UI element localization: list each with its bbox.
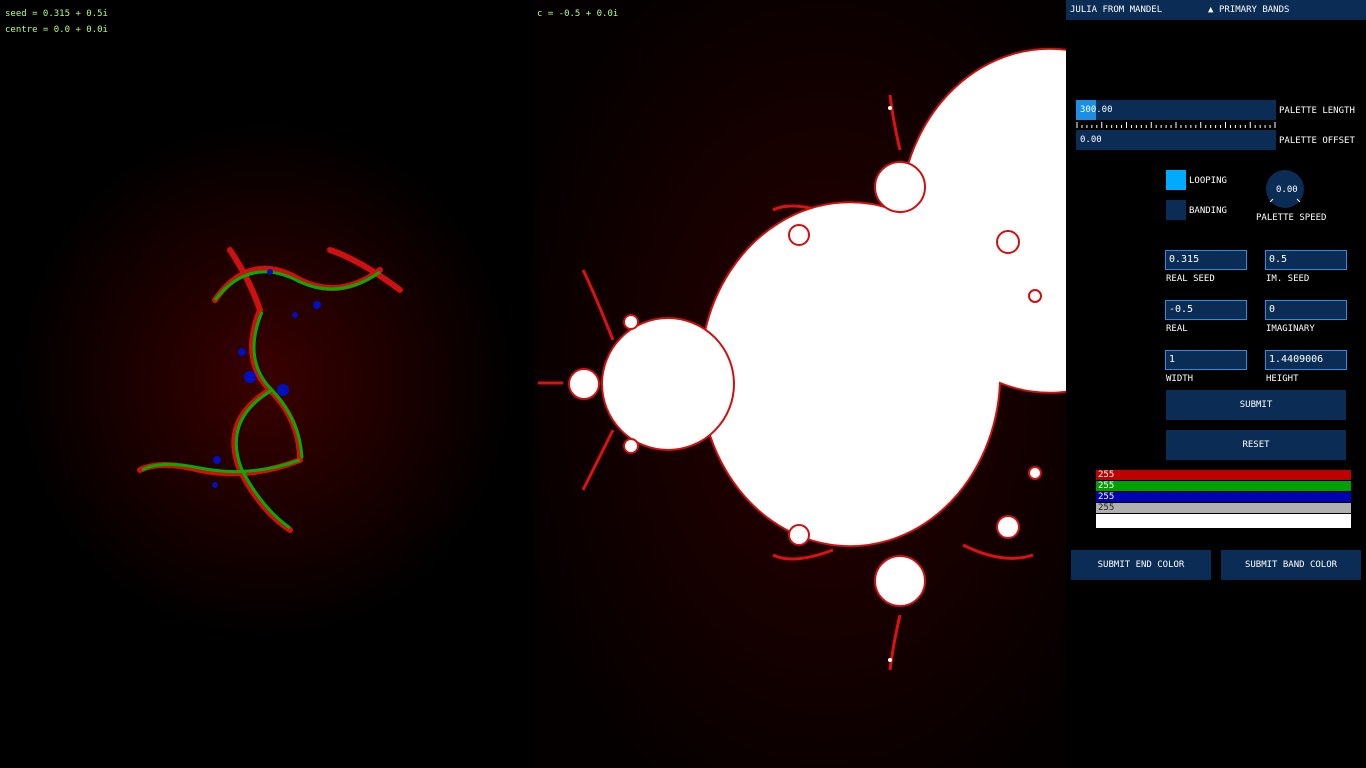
looping-label: LOOPING <box>1189 176 1227 186</box>
blue-value: 255 <box>1098 492 1115 502</box>
color-preview-swatch <box>1096 514 1351 528</box>
banding-checkbox[interactable] <box>1166 200 1186 220</box>
chevron-up-icon: ▲ <box>1208 5 1214 15</box>
palette-offset-label: PALETTE OFFSET <box>1279 136 1355 146</box>
width-input[interactable]: 1 <box>1165 350 1247 370</box>
palette-length-value: 300.00 <box>1080 105 1113 115</box>
alpha-channel-slider[interactable]: 255 <box>1096 503 1351 513</box>
submit-end-color-button[interactable]: SUBMIT END COLOR <box>1071 550 1211 580</box>
looping-checkbox[interactable] <box>1166 170 1186 190</box>
palette-offset-value: 0.00 <box>1080 135 1102 145</box>
mandel-minibrot-bottom <box>888 658 892 662</box>
blue-channel-slider[interactable]: 255 <box>1096 492 1351 502</box>
submit-band-color-button[interactable]: SUBMIT BAND COLOR <box>1221 550 1361 580</box>
palette-speed-label: PALETTE SPEED <box>1256 213 1327 223</box>
control-panel: JULIA FROM MANDEL ▲ PRIMARY BANDS 300.00… <box>1066 0 1366 768</box>
alpha-value: 255 <box>1098 503 1115 513</box>
real-seed-label: REAL SEED <box>1166 274 1215 284</box>
height-label: HEIGHT <box>1266 374 1299 384</box>
red-value: 255 <box>1098 470 1115 480</box>
mode-dropdown[interactable]: JULIA FROM MANDEL ▲ <box>1066 0 1216 20</box>
palette-offset-slider[interactable]: 0.00 <box>1076 130 1276 150</box>
green-channel-slider[interactable]: 255 <box>1096 481 1351 491</box>
banding-label: BANDING <box>1189 206 1227 216</box>
palette-speed-value: 0.00 <box>1276 185 1298 195</box>
mandel-minibrot-top <box>888 106 892 110</box>
red-channel-slider[interactable]: 255 <box>1096 470 1351 480</box>
reset-button[interactable]: RESET <box>1166 430 1346 460</box>
im-seed-input[interactable]: 0.5 <box>1265 250 1347 270</box>
palette-length-label: PALETTE LENGTH <box>1279 106 1355 116</box>
julia-seed-readout: seed = 0.315 + 0.5i <box>5 9 108 19</box>
imaginary-label: IMAGINARY <box>1266 324 1315 334</box>
palette-dropdown[interactable]: PRIMARY BANDS <box>1215 0 1366 20</box>
real-seed-input[interactable]: 0.315 <box>1165 250 1247 270</box>
real-label: REAL <box>1166 324 1188 334</box>
palette-length-ticks <box>1076 122 1276 128</box>
submit-button[interactable]: SUBMIT <box>1166 390 1346 420</box>
julia-centre-readout: centre = 0.0 + 0.0i <box>5 25 108 35</box>
im-seed-label: IM. SEED <box>1266 274 1310 284</box>
green-value: 255 <box>1098 481 1115 491</box>
real-input[interactable]: -0.5 <box>1165 300 1247 320</box>
mandelbrot-fractal-view[interactable] <box>533 0 1066 768</box>
palette-length-slider[interactable]: 300.00 <box>1076 100 1276 120</box>
height-input[interactable]: 1.4409006 <box>1265 350 1347 370</box>
palette-dropdown-label: PRIMARY BANDS <box>1219 5 1290 15</box>
imaginary-input[interactable]: 0 <box>1265 300 1347 320</box>
julia-fractal-view[interactable] <box>0 0 533 768</box>
mode-dropdown-label: JULIA FROM MANDEL <box>1070 5 1163 15</box>
width-label: WIDTH <box>1166 374 1194 384</box>
mandel-c-readout: c = -0.5 + 0.0i <box>537 9 619 19</box>
